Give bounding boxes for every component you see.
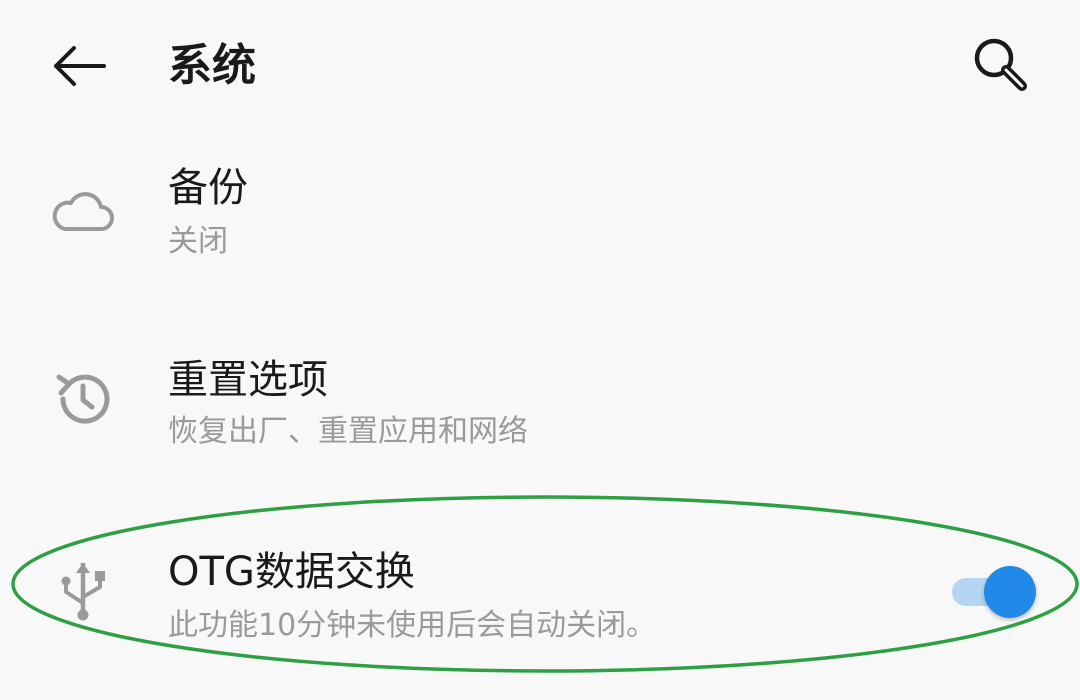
toggle-thumb xyxy=(984,566,1036,618)
otg-toggle[interactable] xyxy=(948,566,1040,618)
page-title: 系统 xyxy=(168,40,256,91)
back-button[interactable] xyxy=(40,30,120,102)
usb-icon xyxy=(50,558,116,624)
app-bar: 系统 xyxy=(0,0,1080,132)
search-button[interactable] xyxy=(960,26,1044,106)
backup-title: 备份 xyxy=(168,165,248,211)
otg-row[interactable]: OTG数据交换 此功能10分钟未使用后会自动关闭。 xyxy=(0,534,1080,664)
otg-title: OTG数据交换 xyxy=(168,549,415,595)
arrow-left-icon xyxy=(54,46,106,86)
search-icon xyxy=(974,38,1027,91)
cloud-icon xyxy=(50,178,116,244)
backup-row[interactable]: 备份 关闭 xyxy=(0,150,1080,280)
reset-options-description: 恢复出厂、重置应用和网络 xyxy=(168,414,528,449)
reset-options-row[interactable]: 重置选项 恢复出厂、重置应用和网络 xyxy=(0,342,1080,472)
backup-status: 关闭 xyxy=(168,224,228,259)
history-icon xyxy=(50,366,116,432)
otg-description: 此功能10分钟未使用后会自动关闭。 xyxy=(168,608,657,643)
reset-options-title: 重置选项 xyxy=(168,357,328,403)
